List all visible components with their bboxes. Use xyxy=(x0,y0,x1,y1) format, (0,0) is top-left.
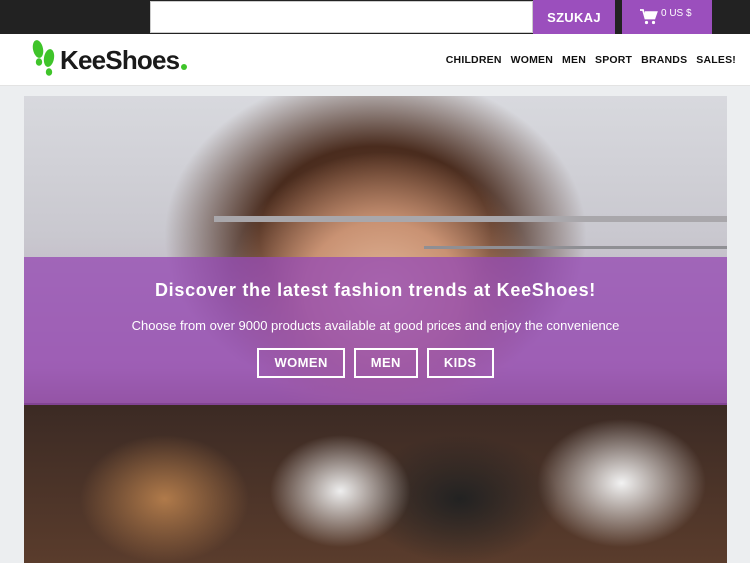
hero-photo-shoes xyxy=(24,403,727,563)
cart-total: 0 US $ xyxy=(661,7,692,19)
hero-men-button[interactable]: MEN xyxy=(353,348,418,378)
logo[interactable]: KeeShoes xyxy=(31,39,188,82)
hero-kids-button[interactable]: KIDS xyxy=(426,348,494,378)
logo-text: KeeShoes xyxy=(60,44,180,75)
main-nav: CHILDREN WOMEN MEN SPORT BRANDS SALES! xyxy=(446,54,736,66)
hero-women-button[interactable]: WOMEN xyxy=(257,348,345,378)
nav-item-sport[interactable]: SPORT xyxy=(595,54,632,66)
search-input[interactable] xyxy=(150,1,533,33)
cart-button[interactable]: 0 US $ xyxy=(622,0,712,34)
shelf xyxy=(214,216,727,222)
top-bar: SZUKAJ 0 US $ xyxy=(0,0,750,34)
nav-item-women[interactable]: WOMEN xyxy=(511,54,553,66)
hero-overlay: Discover the latest fashion trends at Ke… xyxy=(24,257,727,405)
cart-icon xyxy=(640,9,658,25)
site-header: KeeShoes CHILDREN WOMEN MEN SPORT BRANDS… xyxy=(0,34,750,86)
nav-item-children[interactable]: CHILDREN xyxy=(446,54,502,66)
logo-dot xyxy=(181,64,188,70)
clothes-rail xyxy=(424,246,727,249)
footprints-icon xyxy=(31,39,57,82)
hero-buttons: WOMEN MEN KIDS xyxy=(24,348,727,378)
search-button[interactable]: SZUKAJ xyxy=(533,0,615,34)
hero-subtitle: Choose from over 9000 products available… xyxy=(131,318,620,333)
hero-banner: Discover the latest fashion trends at Ke… xyxy=(24,96,727,563)
nav-item-sales[interactable]: SALES! xyxy=(696,54,736,66)
hero-title: Discover the latest fashion trends at Ke… xyxy=(154,280,597,300)
nav-item-men[interactable]: MEN xyxy=(562,54,586,66)
nav-item-brands[interactable]: BRANDS xyxy=(641,54,687,66)
